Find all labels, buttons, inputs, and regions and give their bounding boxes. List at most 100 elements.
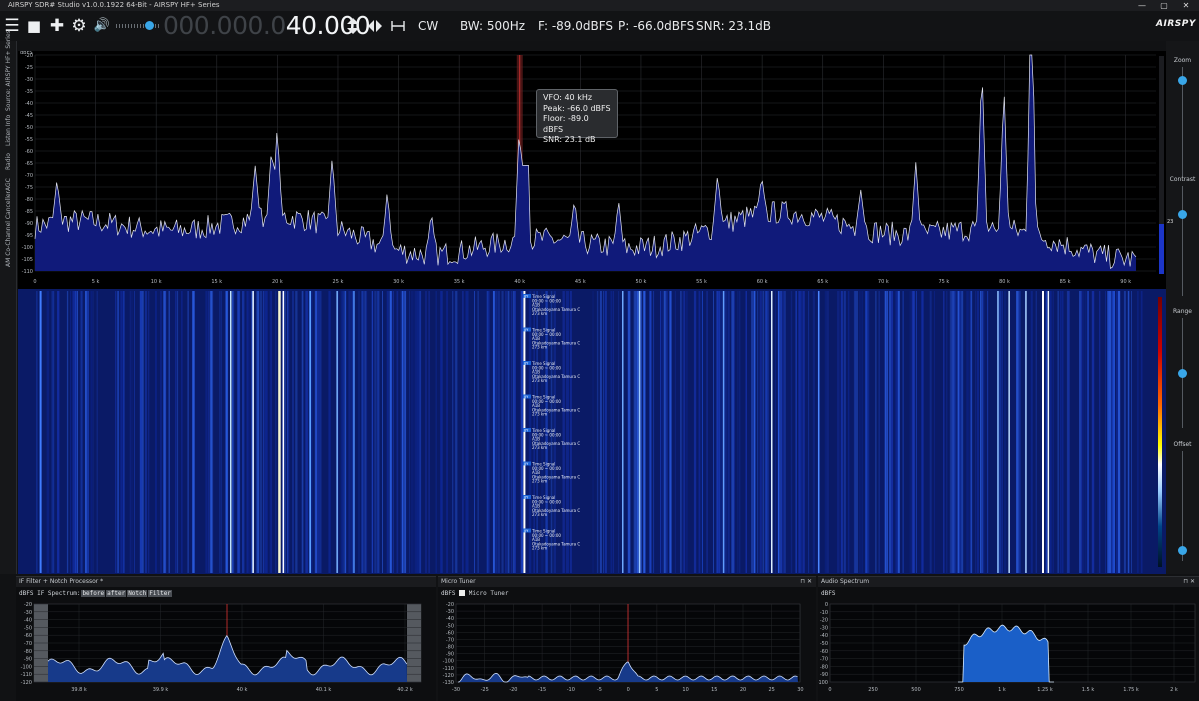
panel-x-tick: 500 [911,687,921,693]
volume-slider[interactable] [116,21,160,30]
close-button[interactable]: ✕ [1177,0,1195,11]
volume-icon[interactable]: 🔊 [92,11,112,41]
tab-radio[interactable]: Radio [2,153,15,171]
frequency-display[interactable]: 000.000.040.000 [163,12,371,40]
waterfall-streak [237,291,240,573]
add-icon[interactable]: ✚ [48,11,66,41]
station-badge-text: JJY [523,495,529,499]
audio-spectrum-plot[interactable]: 0-10-20-30-40-50-60-70-80-90-10002505007… [818,588,1199,700]
panel-y-tick: -110 [21,672,32,678]
stop-icon[interactable]: ■ [26,11,42,41]
waterfall-streak [826,291,829,573]
offset-slider-knob[interactable] [1178,546,1187,555]
waterfall-streak [775,291,776,573]
spectrum-x-tick: 60 k [757,279,768,285]
spectrum-analyzer[interactable]: -20 -25 -30 -35 -40 -45 -50 -55 -60 -65 -70 -75 -80-… [18,51,1166,289]
waterfall-streak [77,291,78,573]
waterfall-streak [1000,291,1002,573]
waterfall-streak [1079,291,1082,573]
zoom-label: Zoom [1173,57,1192,64]
offset-track[interactable] [1182,451,1183,561]
minimize-button[interactable]: — [1133,0,1151,11]
waterfall-streak [428,291,430,573]
waterfall-streak [505,291,507,573]
waterfall-streak [952,291,954,573]
panel-x-tick: 5 [655,687,658,693]
waterfall-signal-line [336,291,338,573]
volume-slider-knob[interactable] [145,21,154,30]
waterfall-streak [507,291,510,573]
spectrum-x-tick: 90 k [1120,279,1131,285]
waterfall-streak [207,291,209,573]
fit-width-icon[interactable] [391,20,405,32]
waterfall-streak [377,291,380,573]
waterfall-streak [1131,291,1132,573]
bandwidth-label[interactable]: BW: 500Hz [460,11,525,41]
waterfall-streak [501,291,504,573]
waterfall-streak [1059,291,1062,573]
waterfall-streak [262,291,265,573]
panel-x-tick: -5 [597,687,602,693]
micro-tuner-pin-close-icon[interactable]: ⊓ ✕ [800,577,812,587]
panel-x-tick: 1.5 k [1082,687,1095,693]
spectrum-x-tick: 80 k [999,279,1010,285]
waterfall-streak [1035,291,1037,573]
waterfall-streak [847,291,850,573]
waterfall-streak [271,291,273,573]
waterfall-streak [706,291,708,573]
tooltip-peak: Peak: -66.0 dBFS [543,103,611,113]
waterfall-streak [416,291,419,573]
swap-left-right-icon[interactable] [367,19,383,33]
maximize-button[interactable]: ▢ [1155,0,1173,11]
mode-label[interactable]: CW [418,11,438,41]
zoom-slider-knob[interactable] [1178,76,1187,86]
waterfall-streak [155,291,157,573]
waterfall-streak [949,291,952,573]
range-slider-knob[interactable] [1178,369,1187,378]
contrast-slider-knob[interactable] [1178,209,1187,219]
step-up-down-icon[interactable] [346,17,360,35]
waterfall-streak [757,291,759,573]
waterfall-streak [981,291,984,573]
waterfall-canvas[interactable]: JJY Time Signal00:00 ~ 00:00A1BOtakadoyam… [34,291,1154,573]
waterfall-streak [70,291,72,573]
waterfall-streak [956,291,960,573]
contrast-track[interactable] [1182,186,1183,296]
vfo-tooltip: VFO: 40 kHz Peak: -66.0 dBFS Floor: -89.… [536,89,618,144]
spectrum-x-tick: 20 k [272,279,283,285]
panel-y-tick: -100 [818,680,828,686]
waterfall-streak [275,291,277,573]
if-filter-plot[interactable]: -20 -30 -40-50 -60 -70 -80 -90-100 -110 -120 39.8… [16,588,436,700]
tab-source[interactable]: Source: AIRSPY HF+ Series [2,30,15,111]
panel-y-tick: -110 [443,666,454,672]
spectrum-y-tick: -90 [25,221,33,227]
waterfall-display[interactable]: JJY Time Signal 00:00 ~ 00:00 A1B Otakadoyam… [34,291,1154,573]
waterfall-signal-line [39,291,42,573]
waterfall-streak [724,291,727,573]
waterfall-streak [163,291,166,573]
waterfall-streak [145,291,148,573]
waterfall-streak [644,291,646,573]
panel-x-tick: -15 [538,687,546,693]
waterfall-streak [193,291,195,573]
tab-am-canceller[interactable]: AM Co-Channel Canceller [2,191,15,267]
waterfall-streak [946,291,948,573]
waterfall-signal-line [309,291,311,573]
waterfall-streak [780,291,783,573]
waterfall-streak [396,291,399,573]
spectrum-plot[interactable]: -20-25-30-35-40-45-50-55-60-65-70-75-80-… [18,51,1166,289]
waterfall-streak [837,291,839,573]
micro-tuner-plot[interactable]: -20-30-40-50-60-70-80-90-100-110-120-130… [438,588,816,700]
panel-x-tick: -20 [509,687,517,693]
waterfall-streak [260,291,262,573]
waterfall-streak [753,291,756,573]
range-label: Range [1172,308,1193,315]
waterfall-streak [1087,291,1089,573]
gear-icon[interactable]: ⚙ [70,11,88,41]
waterfall-streak [148,291,150,573]
spectrum-y-tick: -80 [25,197,33,203]
tab-listen-info[interactable]: Listen Info [2,115,15,146]
audio-spectrum-pin-close-icon[interactable]: ⊓ ✕ [1183,577,1195,587]
waterfall-streak [295,291,298,573]
waterfall-streak [1082,291,1085,573]
